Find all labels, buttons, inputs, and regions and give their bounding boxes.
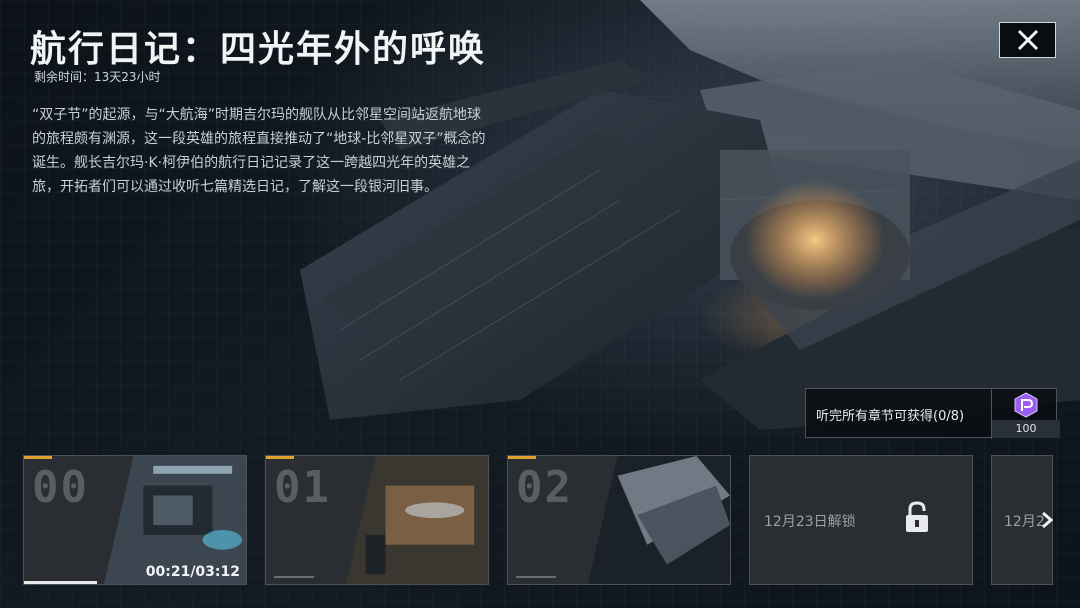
page-title: 航行日记：四光年外的呼唤 [30, 29, 487, 70]
chapter-list: 00 00:21/03:12 01 02 12月23日解锁 12月2 [0, 455, 1080, 585]
chapter-card-locked[interactable]: 12月23日解锁 [749, 455, 973, 585]
unlock-date: 12月23日解锁 [764, 514, 856, 530]
event-description: “双子节”的起源，与“大航海”时期吉尔玛的舰队从比邻星空间站返航地球的旅程颇有渊… [32, 107, 486, 195]
card-accent [508, 456, 536, 459]
purple-token-icon [1014, 392, 1038, 418]
chapter-card-02[interactable]: 02 [507, 455, 731, 585]
chapter-number: 00 [32, 462, 89, 513]
next-page-button[interactable] [1038, 505, 1056, 535]
reward-label: 听完所有章节可获得(0/8) [816, 409, 965, 424]
reward-count: 100 [992, 420, 1060, 438]
chapter-number: 02 [516, 462, 573, 513]
reward-item[interactable]: 100 [991, 388, 1060, 439]
chevron-right-icon [1042, 511, 1053, 529]
chapter-thumbnail [346, 456, 488, 584]
card-accent [24, 456, 52, 459]
lock-icon [906, 501, 928, 532]
chapter-number: 01 [274, 462, 331, 513]
completion-reward-panel: 听完所有章节可获得(0/8) 100 [805, 388, 1060, 439]
playback-time: 00:21/03:12 [145, 564, 240, 580]
close-button[interactable] [999, 22, 1056, 58]
card-divider [274, 576, 314, 578]
remaining-time: 剩余时间：13天23小时 [34, 70, 161, 84]
game-screen: 航行日记：四光年外的呼唤 剩余时间：13天23小时 “双子节”的起源，与“大航海… [0, 0, 1080, 608]
chapter-card-01[interactable]: 01 [265, 455, 489, 585]
card-divider [516, 576, 556, 578]
card-accent [266, 456, 294, 459]
close-icon [1017, 29, 1038, 51]
playback-progress-bar [24, 581, 98, 584]
chapter-card-00[interactable]: 00 00:21/03:12 [23, 455, 247, 585]
chapter-thumbnail [588, 456, 730, 584]
